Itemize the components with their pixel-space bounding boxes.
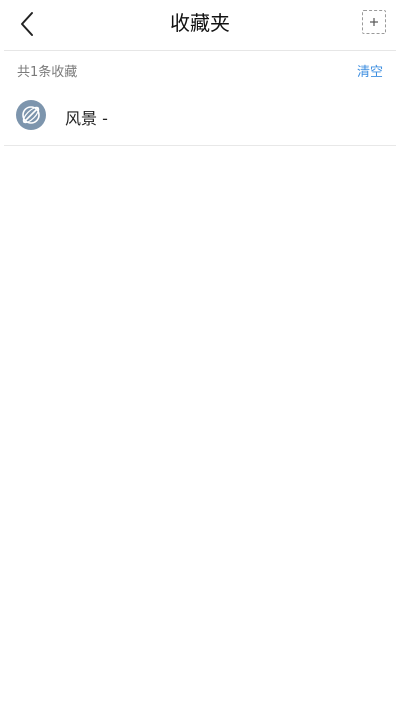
back-button[interactable] [14,8,44,42]
list-item[interactable]: 风景 - [4,87,396,146]
list-item-label: 风景 - [65,109,108,128]
chevron-left-icon [21,12,33,36]
favorites-page: 收藏夹 共1条收藏 清空 风景 - [0,0,400,711]
favorites-list: 风景 - [4,87,396,146]
globe-icon [16,100,46,130]
favorites-count: 共1条收藏 [17,65,78,80]
favorites-summary: 共1条收藏 清空 [4,51,396,87]
add-folder-button[interactable] [362,10,386,34]
page-title: 收藏夹 [170,11,230,35]
plus-icon [370,18,378,26]
navigation-bar: 收藏夹 [4,0,396,51]
clear-button[interactable]: 清空 [357,61,383,80]
